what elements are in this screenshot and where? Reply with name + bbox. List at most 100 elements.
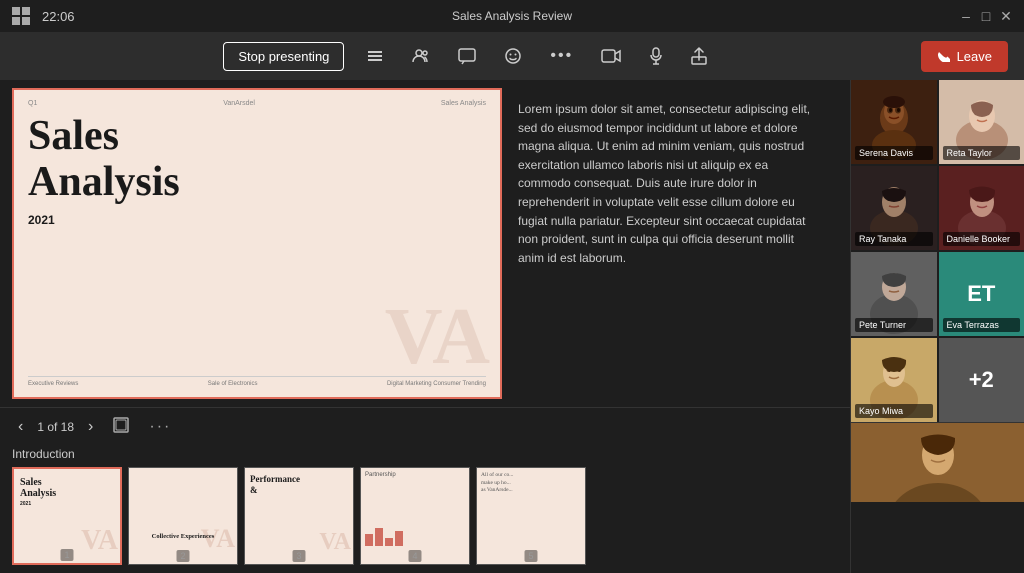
people-icon bbox=[412, 47, 430, 65]
participants-list-button[interactable] bbox=[360, 43, 390, 69]
share-button[interactable] bbox=[685, 43, 713, 69]
thumb-5-title: All of our co...make up ho...as VanArsde… bbox=[477, 468, 585, 495]
slide-quarter: Q1 bbox=[28, 100, 37, 107]
thumb-3-title: Performance& bbox=[245, 468, 353, 496]
thumbnail-1[interactable]: SalesAnalysis 2021 VA 1 bbox=[12, 467, 122, 565]
phone-icon bbox=[937, 50, 951, 62]
chat-icon bbox=[458, 47, 476, 65]
more-icon: ••• bbox=[550, 47, 573, 65]
participant-tile-serena[interactable]: Serena Davis bbox=[851, 80, 937, 164]
titlebar-left: 22:06 bbox=[12, 7, 75, 25]
thumb-3-number: 3 bbox=[292, 550, 305, 562]
titlebar: 22:06 Sales Analysis Review – □ ✕ bbox=[0, 0, 1024, 32]
thumb-1-year: 2021 bbox=[14, 499, 120, 509]
list-icon bbox=[366, 47, 384, 65]
participant-name-ray: Ray Tanaka bbox=[855, 232, 933, 246]
toolbar: Stop presenting bbox=[0, 32, 1024, 80]
plus-count: +2 bbox=[969, 367, 994, 393]
thumbnail-3[interactable]: Performance& VA 3 bbox=[244, 467, 354, 565]
participant-name-danielle: Danielle Booker bbox=[943, 232, 1021, 246]
participant-tile-ray[interactable]: Ray Tanaka bbox=[851, 166, 937, 250]
toolbar-right: Leave bbox=[921, 41, 1008, 72]
thumbnail-strip: SalesAnalysis 2021 VA 1 VA Collective Ex… bbox=[0, 463, 850, 573]
participant-tile-eva[interactable]: ET Eva Terrazas bbox=[939, 252, 1024, 336]
mic-button[interactable] bbox=[643, 43, 669, 69]
thumb-5-content: All of our co...make up ho...as VanArsde… bbox=[477, 468, 585, 556]
participants-panel: Serena Davis bbox=[850, 80, 1024, 573]
section-label: Introduction bbox=[0, 445, 850, 463]
thumb-4-content: Partnership bbox=[361, 468, 469, 556]
grid-icon bbox=[12, 7, 30, 25]
footer-left: Executive Reviews bbox=[28, 381, 78, 387]
participant-name-pete: Pete Turner bbox=[855, 318, 933, 332]
more-options-button[interactable]: ••• bbox=[544, 43, 579, 69]
close-button[interactable]: ✕ bbox=[1000, 10, 1012, 22]
slide-content: Q1 VanArsdel Sales Analysis Sales Analys… bbox=[14, 90, 500, 397]
navigation-bar: ‹ 1 of 18 › ··· bbox=[0, 407, 850, 445]
camera-button[interactable] bbox=[595, 44, 627, 68]
camera-icon bbox=[601, 48, 621, 64]
participant-tile-reta[interactable]: Reta Taylor bbox=[939, 80, 1024, 164]
participant-name-eva: Eva Terrazas bbox=[943, 318, 1021, 332]
participant-tile-plus[interactable]: +2 bbox=[939, 338, 1024, 422]
thumb-1-title: SalesAnalysis bbox=[14, 469, 120, 499]
main-slide[interactable]: Q1 VanArsdel Sales Analysis Sales Analys… bbox=[12, 88, 502, 399]
thumbnail-4[interactable]: Partnership 4 bbox=[360, 467, 470, 565]
participant-tile-kayo[interactable]: Kayo Miwa bbox=[851, 338, 937, 422]
participant-name-reta: Reta Taylor bbox=[943, 146, 1021, 160]
share-icon bbox=[691, 47, 707, 65]
slide-title: Sales Analysis bbox=[28, 113, 486, 205]
bottom-speaker-bg bbox=[851, 423, 1024, 502]
slide-label: Sales Analysis bbox=[441, 100, 486, 107]
leave-label: Leave bbox=[957, 49, 992, 64]
slide-brand: VanArsdel bbox=[223, 100, 255, 107]
slide-watermark: VA bbox=[385, 297, 490, 377]
reactions-button[interactable] bbox=[498, 43, 528, 69]
slide-footer: Executive Reviews Sale of Electronics Di… bbox=[28, 376, 486, 387]
bottom-speaker-svg bbox=[851, 423, 1024, 502]
thumbnail-5[interactable]: All of our co...make up ho...as VanArsde… bbox=[476, 467, 586, 565]
thumb-1-content: SalesAnalysis 2021 VA bbox=[14, 469, 120, 557]
slide-year: 2021 bbox=[28, 213, 486, 227]
presentation-area: Q1 VanArsdel Sales Analysis Sales Analys… bbox=[0, 80, 850, 573]
participant-name-serena: Serena Davis bbox=[855, 146, 933, 160]
participant-tile-danielle[interactable]: Danielle Booker bbox=[939, 166, 1024, 250]
main-content: Q1 VanArsdel Sales Analysis Sales Analys… bbox=[0, 80, 1024, 573]
participant-tile-pete[interactable]: Pete Turner bbox=[851, 252, 937, 336]
footer-mid: Sale of Electronics bbox=[208, 381, 258, 387]
minimize-button[interactable]: – bbox=[960, 10, 972, 22]
slide-view: Q1 VanArsdel Sales Analysis Sales Analys… bbox=[0, 80, 850, 407]
slide-header: Q1 VanArsdel Sales Analysis bbox=[28, 100, 486, 107]
thumbnail-2[interactable]: VA Collective Experiences 2 bbox=[128, 467, 238, 565]
thumb-2-content: VA Collective Experiences bbox=[129, 468, 237, 556]
slide-notes: Lorem ipsum dolor sit amet, consectetur … bbox=[502, 88, 838, 399]
mic-icon bbox=[649, 47, 663, 65]
chat-button[interactable] bbox=[452, 43, 482, 69]
window-controls: – □ ✕ bbox=[960, 10, 1012, 22]
thumb-1-number: 1 bbox=[60, 549, 73, 561]
thumb-5-number: 5 bbox=[524, 550, 537, 562]
people-button[interactable] bbox=[406, 43, 436, 69]
thumb-3-watermark: VA bbox=[319, 530, 351, 554]
eva-initials: ET bbox=[967, 281, 995, 307]
leave-button[interactable]: Leave bbox=[921, 41, 1008, 72]
participant-video-plus: +2 bbox=[939, 338, 1024, 422]
page-info: 1 of 18 bbox=[37, 420, 74, 434]
fit-slide-button[interactable] bbox=[107, 415, 135, 438]
bottom-speaker-tile[interactable] bbox=[851, 422, 1024, 502]
window-title: Sales Analysis Review bbox=[452, 9, 572, 23]
participant-grid: Serena Davis bbox=[851, 80, 1024, 422]
thumb-3-content: Performance& VA bbox=[245, 468, 353, 556]
clock: 22:06 bbox=[42, 9, 75, 24]
thumb-1-watermark: VA bbox=[81, 527, 118, 555]
more-nav-button[interactable]: ··· bbox=[143, 416, 177, 438]
maximize-button[interactable]: □ bbox=[980, 10, 992, 22]
participant-name-kayo: Kayo Miwa bbox=[855, 404, 933, 418]
stop-presenting-button[interactable]: Stop presenting bbox=[223, 42, 344, 71]
reactions-icon bbox=[504, 47, 522, 65]
fit-icon bbox=[113, 417, 129, 433]
next-slide-button[interactable]: › bbox=[82, 416, 99, 438]
thumb-4-label: Partnership bbox=[361, 468, 469, 478]
thumb-4-number: 4 bbox=[408, 550, 421, 562]
prev-slide-button[interactable]: ‹ bbox=[12, 416, 29, 438]
